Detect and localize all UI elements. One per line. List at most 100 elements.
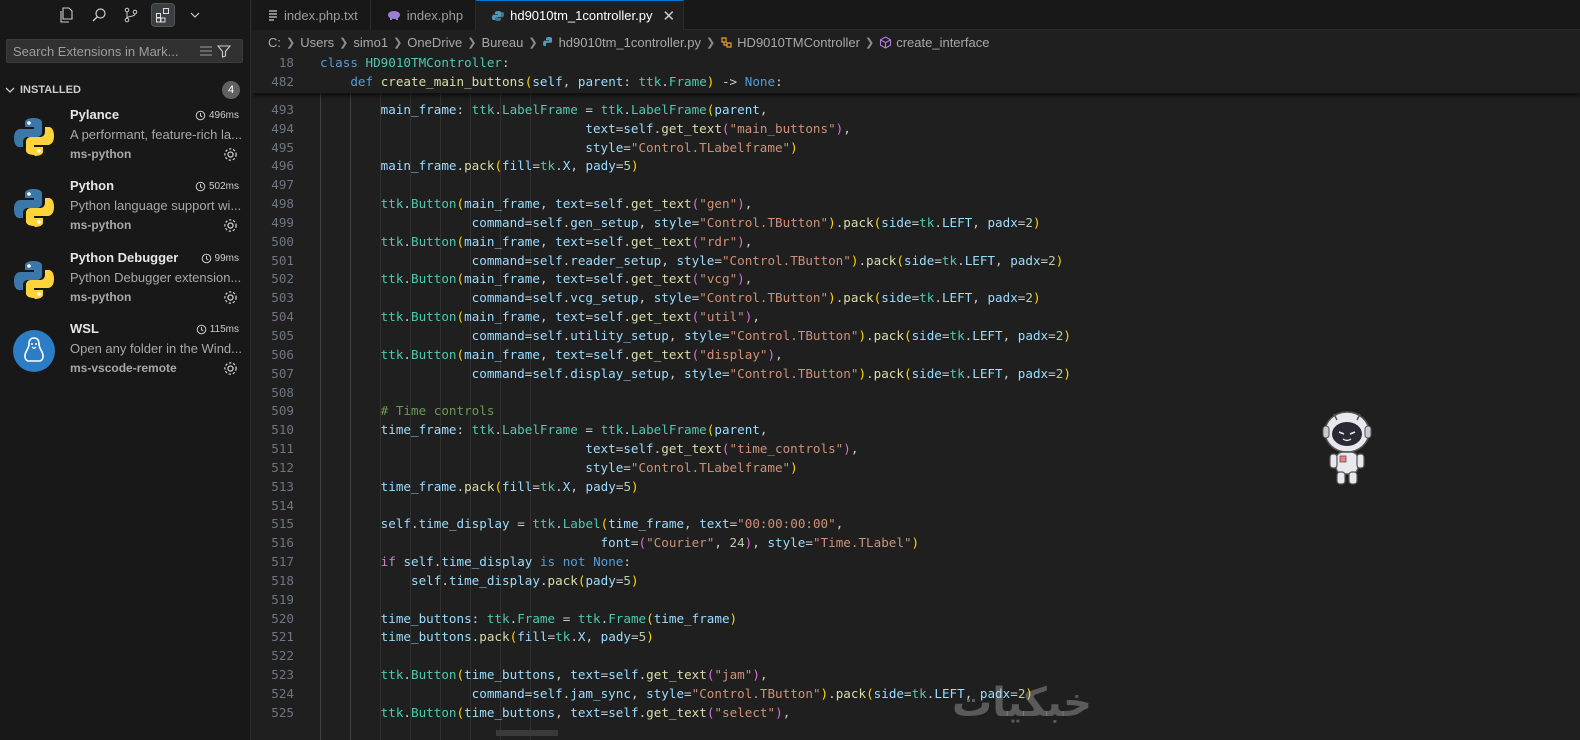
- line-number: 513: [271, 478, 294, 494]
- code-line[interactable]: 523 ttk.Button(time_buttons, text=self.g…: [252, 666, 1580, 685]
- code-text: ttk.Button(main_frame, text=self.get_tex…: [380, 271, 753, 287]
- code-line[interactable]: 508: [252, 384, 1580, 403]
- close-icon[interactable]: ✕: [662, 7, 675, 25]
- code-text: command=self.gen_setup, style="Control.T…: [471, 214, 1041, 230]
- line-number: 515: [271, 516, 294, 532]
- code-line[interactable]: 517 if self.time_display is not None:: [252, 553, 1580, 572]
- chevron-down-icon[interactable]: [184, 4, 206, 26]
- code-line[interactable]: 504 ttk.Button(main_frame, text=self.get…: [252, 308, 1580, 327]
- code-line[interactable]: 509 # Time controls: [252, 402, 1580, 421]
- code-line[interactable]: 525 ttk.Button(time_buttons, text=self.g…: [252, 704, 1580, 723]
- breadcrumb-item[interactable]: Bureau: [481, 35, 523, 50]
- installed-count-badge: 4: [222, 81, 240, 99]
- code-editor[interactable]: 493 main_frame: ttk.LabelFrame = ttk.Lab…: [252, 54, 1580, 740]
- code-line[interactable]: 512 style="Control.TLabelframe"): [252, 459, 1580, 478]
- code-line[interactable]: 502 ttk.Button(main_frame, text=self.get…: [252, 270, 1580, 289]
- extension-item-python[interactable]: Python 502ms Python language support wi.…: [0, 172, 251, 244]
- code-line[interactable]: 515 self.time_display = ttk.Label(time_f…: [252, 515, 1580, 534]
- clock-icon: [196, 324, 207, 335]
- code-line[interactable]: 494 text=self.get_text("main_buttons"),: [252, 120, 1580, 139]
- code-line[interactable]: 519: [252, 591, 1580, 610]
- breadcrumb-item[interactable]: OneDrive: [407, 35, 462, 50]
- search-icon[interactable]: [88, 4, 110, 26]
- code-line[interactable]: 513 time_frame.pack(fill=tk.X, pady=5): [252, 478, 1580, 497]
- code-line[interactable]: 511 text=self.get_text("time_controls"),: [252, 440, 1580, 459]
- code-line[interactable]: 518 self.time_display.pack(pady=5): [252, 572, 1580, 591]
- code-line[interactable]: 500 ttk.Button(main_frame, text=self.get…: [252, 233, 1580, 252]
- code-text: main_frame.pack(fill=tk.X, pady=5): [380, 158, 639, 174]
- code-line[interactable]: 497: [252, 176, 1580, 195]
- breadcrumb-item[interactable]: HD9010TMController: [737, 35, 860, 50]
- breadcrumb-item[interactable]: C:: [268, 35, 281, 50]
- breadcrumb-item[interactable]: simo1: [353, 35, 388, 50]
- editor-area: index.php.txt index.php hd9010tm_1contro…: [252, 0, 1580, 740]
- chevron-down-icon: [5, 87, 15, 93]
- extension-description: Python Debugger extension...: [70, 270, 242, 285]
- gear-icon[interactable]: [222, 289, 239, 306]
- tab-hd9010tm-1controller-py[interactable]: hd9010tm_1controller.py ✕: [476, 0, 685, 30]
- gear-icon[interactable]: [222, 217, 239, 234]
- python-logo-icon: [14, 189, 54, 227]
- php-elephant-icon: [387, 10, 401, 21]
- extensions-search-input[interactable]: [7, 43, 197, 59]
- code-line[interactable]: 510 time_frame: ttk.LabelFrame = ttk.Lab…: [252, 421, 1580, 440]
- chevron-right-icon: ❯: [393, 36, 403, 49]
- code-line[interactable]: 503 command=self.vcg_setup, style="Contr…: [252, 289, 1580, 308]
- code-text: command=self.utility_setup, style="Contr…: [471, 327, 1071, 343]
- extension-item-pylance[interactable]: Pylance 496ms A performant, feature-rich…: [0, 101, 251, 173]
- line-number: 522: [271, 648, 294, 664]
- code-line[interactable]: 495 style="Control.TLabelframe"): [252, 139, 1580, 158]
- code-line[interactable]: 506 ttk.Button(main_frame, text=self.get…: [252, 346, 1580, 365]
- horizontal-scrollbar[interactable]: [496, 730, 558, 736]
- code-text: style="Control.TLabelframe"): [585, 459, 798, 475]
- code-line[interactable]: 18 class HD9010TMController:: [252, 54, 1580, 73]
- breadcrumb-item[interactable]: hd9010tm_1controller.py: [559, 35, 701, 50]
- code-line[interactable]: 516 font=("Courier", 24), style="Time.TL…: [252, 534, 1580, 553]
- line-number: 503: [271, 290, 294, 306]
- code-line[interactable]: 501 command=self.reader_setup, style="Co…: [252, 252, 1580, 271]
- code-line[interactable]: 522: [252, 647, 1580, 666]
- code-line[interactable]: 514: [252, 497, 1580, 516]
- code-line[interactable]: 482 def create_main_buttons(self, parent…: [252, 73, 1580, 92]
- code-line[interactable]: 521 time_buttons.pack(fill=tk.X, pady=5): [252, 628, 1580, 647]
- activation-time: 115ms: [196, 324, 239, 335]
- extensions-icon[interactable]: [151, 3, 175, 27]
- extension-publisher: ms-python: [70, 218, 132, 232]
- tab-index-php-txt[interactable]: index.php.txt: [252, 0, 371, 30]
- code-line[interactable]: 505 command=self.utility_setup, style="C…: [252, 327, 1580, 346]
- code-line[interactable]: 493 main_frame: ttk.LabelFrame = ttk.Lab…: [252, 101, 1580, 120]
- tab-label: index.php.txt: [284, 7, 358, 23]
- code-line[interactable]: 498 ttk.Button(main_frame, text=self.get…: [252, 195, 1580, 214]
- extension-item-python-debugger[interactable]: Python Debugger 99ms Python Debugger ext…: [0, 244, 251, 316]
- line-number: 499: [271, 214, 294, 230]
- installed-section-header[interactable]: INSTALLED 4: [0, 80, 251, 100]
- code-text: time_buttons.pack(fill=tk.X, pady=5): [380, 629, 654, 645]
- tab-index-php[interactable]: index.php: [370, 0, 477, 30]
- code-line[interactable]: 524 command=self.jam_sync, style="Contro…: [252, 685, 1580, 704]
- sticky-scroll-header[interactable]: 18 class HD9010TMController: 482 def creat…: [252, 54, 1580, 93]
- tab-label: hd9010tm_1controller.py: [510, 8, 653, 23]
- code-line[interactable]: 496 main_frame.pack(fill=tk.X, pady=5): [252, 157, 1580, 176]
- source-control-icon[interactable]: [120, 4, 142, 26]
- line-number: 517: [271, 554, 294, 570]
- extensions-search[interactable]: [6, 39, 243, 63]
- code-line[interactable]: 507 command=self.display_setup, style="C…: [252, 365, 1580, 384]
- chevron-right-icon: ❯: [467, 36, 477, 49]
- astronaut-mascot-icon: [1322, 411, 1372, 485]
- code-line[interactable]: 520 time_buttons: ttk.Frame = ttk.Frame(…: [252, 610, 1580, 629]
- code-line[interactable]: 499 command=self.gen_setup, style="Contr…: [252, 214, 1580, 233]
- code-text: command=self.jam_sync, style="Control.TB…: [471, 686, 1033, 701]
- clock-icon: [195, 181, 206, 192]
- code-text: command=self.display_setup, style="Contr…: [471, 365, 1071, 381]
- breadcrumb-item[interactable]: Users: [300, 35, 334, 50]
- breadcrumb-item[interactable]: create_interface: [896, 35, 989, 50]
- gear-icon[interactable]: [222, 146, 239, 163]
- explorer-icon[interactable]: [56, 4, 78, 26]
- clear-filter-icon[interactable]: [197, 42, 215, 60]
- filter-icon[interactable]: [215, 42, 233, 60]
- extension-item-wsl[interactable]: WSL 115ms Open any folder in the Wind...…: [0, 315, 251, 387]
- gear-icon[interactable]: [222, 360, 239, 377]
- code-text: text=self.get_text("main_buttons"),: [585, 120, 851, 136]
- line-number: 518: [271, 572, 294, 588]
- class-symbol-icon: [720, 36, 733, 49]
